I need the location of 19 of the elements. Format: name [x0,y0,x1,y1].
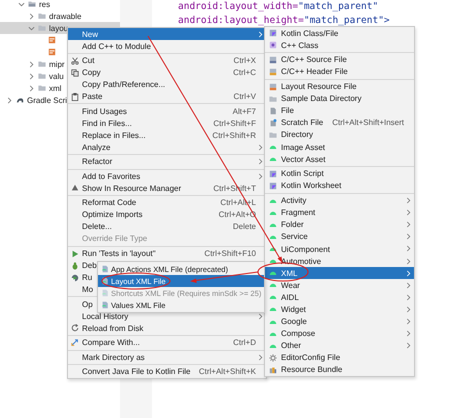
shortcut-label: Ctrl+Shift+F [213,118,257,128]
shortcut-label: Ctrl+Alt+Shift+Insert [332,118,405,128]
shortcut-label: Ctrl+X [234,56,257,66]
shortcut-label: Ctrl+Shift+F10 [204,249,257,258]
shortcut-label: Delete [232,222,257,232]
tree-item-label: valu [49,72,64,80]
shortcut-label: Ctrl+V [234,92,257,102]
code-line: android:layout_width="match_parent" [178,0,380,14]
shortcut-label: Ctrl+Shift+R [212,130,257,140]
tree-item-label: mipr [49,60,65,68]
tree-item-label: xml [49,84,62,92]
code-line: android:layout_height="match_parent"> [178,14,391,28]
tree-item-label: drawable [49,12,82,20]
shortcut-label: Ctrl+D [233,338,257,348]
tree-item-label: res [39,0,50,8]
tree-item-label: Gradle Scri [27,96,68,104]
shortcut-label: Ctrl+C [233,68,257,78]
shortcut-label: Alt+F7 [232,106,257,116]
shortcut-label: Ctrl+Alt+Shift+K [198,367,257,376]
